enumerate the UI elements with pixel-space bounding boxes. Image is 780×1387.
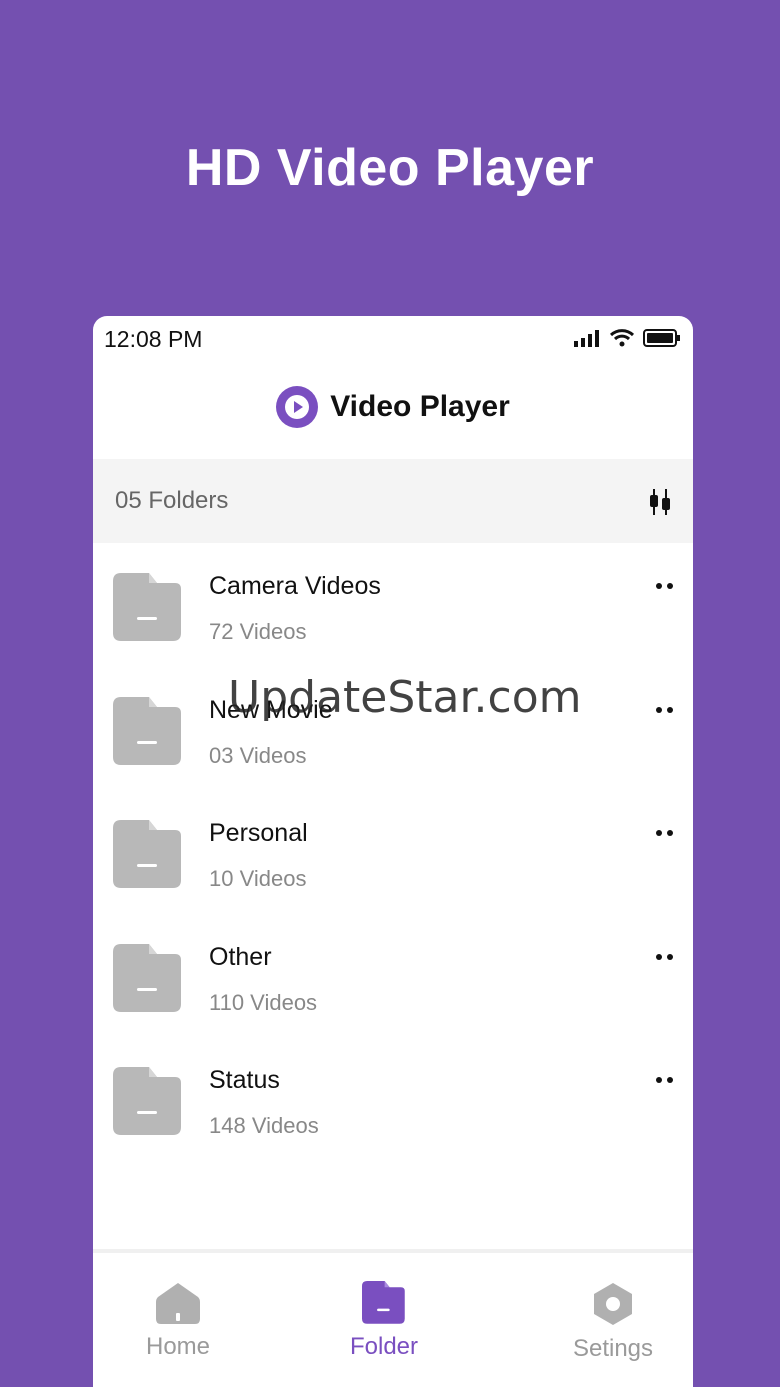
settings-hexagon-icon <box>594 1283 632 1325</box>
folder-name: Camera Videos <box>209 572 381 600</box>
folder-name: Personal <box>209 819 308 847</box>
more-options-icon[interactable] <box>655 952 675 962</box>
nav-home-label: Home <box>145 1333 211 1360</box>
nav-folder[interactable]: Folder <box>304 1281 464 1361</box>
folder-icon <box>113 943 181 1012</box>
folder-video-count: 10 Videos <box>209 866 307 891</box>
folder-video-count: 03 Videos <box>209 742 307 768</box>
watermark: UpdateStar.com <box>228 672 582 723</box>
folder-icon <box>113 573 181 641</box>
bottom-navigation: Home Folder Setings <box>93 1249 693 1387</box>
folder-icon <box>362 1281 405 1324</box>
status-icons <box>573 328 681 348</box>
status-time: 12:08 PM <box>104 326 203 352</box>
folder-row[interactable]: Other 110 Videos <box>93 919 693 1043</box>
signal-icon <box>574 330 599 347</box>
folder-icon <box>113 696 181 765</box>
folders-header: 05 Folders <box>93 459 693 543</box>
more-options-icon[interactable] <box>655 581 675 591</box>
promo-title: HD Video Player <box>185 139 595 197</box>
folder-icon <box>113 1067 181 1135</box>
folder-video-count: 148 Videos <box>209 1113 319 1138</box>
filter-sliders-icon[interactable] <box>647 487 673 517</box>
folders-count: 05 Folders <box>115 487 229 514</box>
app-title: Video Player <box>330 390 510 423</box>
folder-row[interactable]: Status 148 Videos <box>93 1042 693 1166</box>
folder-video-count: 72 Videos <box>209 619 307 644</box>
nav-folder-label: Folder <box>349 1333 419 1360</box>
folder-name: Status <box>209 1066 280 1094</box>
battery-icon <box>643 329 680 347</box>
home-icon <box>156 1283 200 1324</box>
nav-settings[interactable]: Setings <box>533 1281 693 1363</box>
nav-home[interactable]: Home <box>98 1281 258 1361</box>
folder-row[interactable]: Personal 10 Videos <box>93 795 693 919</box>
phone-screen: 12:08 PM Video Player 05 Folders Camera … <box>93 316 693 1387</box>
folder-video-count: 110 Videos <box>209 989 318 1015</box>
app-header: Video Player <box>93 376 693 438</box>
folder-icon <box>113 820 181 888</box>
folder-list: Camera Videos 72 Videos New Movie 03 Vid… <box>93 548 693 1166</box>
folder-row[interactable]: Camera Videos 72 Videos <box>93 548 693 672</box>
play-logo-icon <box>276 386 319 428</box>
more-options-icon[interactable] <box>655 705 675 715</box>
status-bar: 12:08 PM <box>93 316 693 362</box>
more-options-icon[interactable] <box>655 828 675 838</box>
more-options-icon[interactable] <box>655 1075 675 1085</box>
wifi-icon <box>609 329 635 347</box>
folder-name: Other <box>209 942 272 971</box>
nav-settings-label: Setings <box>572 1335 654 1362</box>
